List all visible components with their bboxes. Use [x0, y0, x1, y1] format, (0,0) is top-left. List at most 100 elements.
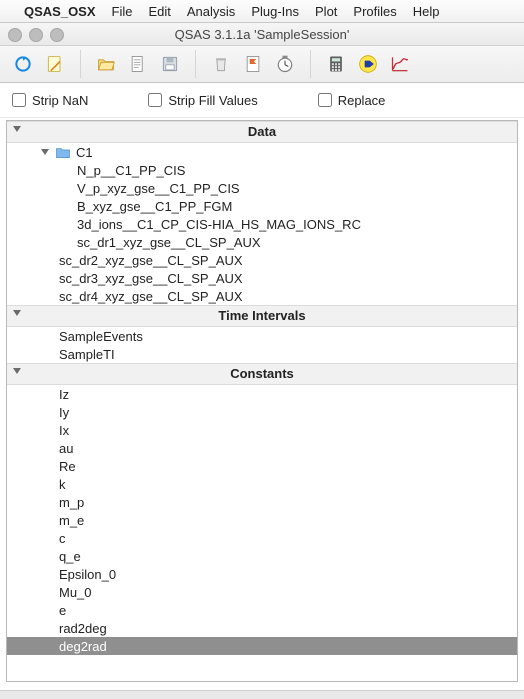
tree-item-label: m_e: [59, 513, 84, 528]
menu-help[interactable]: Help: [413, 4, 440, 19]
tree-item-label: Re: [59, 459, 76, 474]
section-time-header[interactable]: Time Intervals: [7, 305, 517, 327]
section-constants-label: Constants: [230, 366, 294, 381]
tree-item-label: Iz: [59, 387, 69, 402]
window-titlebar: QSAS 3.1.1a 'SampleSession': [0, 23, 524, 46]
tree-item[interactable]: 3d_ions__C1_CP_CIS-HIA_HS_MAG_IONS_RC: [7, 215, 517, 233]
tree-item[interactable]: deg2rad: [7, 637, 517, 655]
tree-item-label: Mu_0: [59, 585, 92, 600]
tree-item[interactable]: sc_dr2_xyz_gse__CL_SP_AUX: [7, 251, 517, 269]
strip-nan-checkbox[interactable]: Strip NaN: [12, 93, 88, 108]
save-icon[interactable]: [157, 51, 183, 77]
tree-item-label: k: [59, 477, 66, 492]
menu-plugins[interactable]: Plug-Ins: [251, 4, 299, 19]
tree-item[interactable]: k: [7, 475, 517, 493]
strip-nan-label: Strip NaN: [32, 93, 88, 108]
zoom-icon[interactable]: [50, 28, 64, 42]
tree-item-label: sc_dr4_xyz_gse__CL_SP_AUX: [59, 289, 243, 304]
replace-checkbox[interactable]: Replace: [318, 93, 386, 108]
refresh-icon[interactable]: [10, 51, 36, 77]
options-row: Strip NaN Strip Fill Values Replace: [0, 83, 524, 118]
tree-item-label: m_p: [59, 495, 84, 510]
tree-item[interactable]: B_xyz_gse__C1_PP_FGM: [7, 197, 517, 215]
tree-item[interactable]: e: [7, 601, 517, 619]
replace-label: Replace: [338, 93, 386, 108]
note-icon[interactable]: [42, 51, 68, 77]
tree-item-label: Iy: [59, 405, 69, 420]
menubar: QSAS_OSX File Edit Analysis Plug-Ins Plo…: [0, 0, 524, 23]
tree-item[interactable]: V_p_xyz_gse__C1_PP_CIS: [7, 179, 517, 197]
strip-nan-input[interactable]: [12, 93, 26, 107]
tree-item-label: rad2deg: [59, 621, 107, 636]
chevron-down-icon[interactable]: [41, 149, 49, 155]
tree-item[interactable]: sc_dr1_xyz_gse__CL_SP_AUX: [7, 233, 517, 251]
menu-edit[interactable]: Edit: [148, 4, 170, 19]
tree[interactable]: Data C1 N_p__C1_PP_CIS V_p_xyz_gse__C1_PP…: [7, 121, 517, 681]
menu-plot[interactable]: Plot: [315, 4, 337, 19]
section-constants-header[interactable]: Constants: [7, 363, 517, 385]
clock-icon[interactable]: [272, 51, 298, 77]
tree-item-label: q_e: [59, 549, 81, 564]
tree-item-label: e: [59, 603, 66, 618]
tree-item[interactable]: m_p: [7, 493, 517, 511]
tree-item[interactable]: SampleTI: [7, 345, 517, 363]
tree-item[interactable]: Iz: [7, 385, 517, 403]
calculator-icon[interactable]: [323, 51, 349, 77]
chevron-down-icon[interactable]: [13, 126, 21, 132]
tree-item[interactable]: au: [7, 439, 517, 457]
tree-item-label: Epsilon_0: [59, 567, 116, 582]
tree-item[interactable]: c: [7, 529, 517, 547]
open-folder-icon[interactable]: [93, 51, 119, 77]
strip-fill-input[interactable]: [148, 93, 162, 107]
tree-item[interactable]: Iy: [7, 403, 517, 421]
replace-input[interactable]: [318, 93, 332, 107]
tree-item-label: SampleTI: [59, 347, 115, 362]
tree-item[interactable]: q_e: [7, 547, 517, 565]
section-data-header[interactable]: Data: [7, 121, 517, 143]
tree-item[interactable]: sc_dr3_xyz_gse__CL_SP_AUX: [7, 269, 517, 287]
section-time-label: Time Intervals: [218, 308, 305, 323]
tree-item[interactable]: sc_dr4_xyz_gse__CL_SP_AUX: [7, 287, 517, 305]
tree-item[interactable]: SampleEvents: [7, 327, 517, 345]
status-strip: [0, 690, 524, 699]
tree-item[interactable]: Mu_0: [7, 583, 517, 601]
folder-icon: [55, 146, 71, 159]
tree-item[interactable]: rad2deg: [7, 619, 517, 637]
chevron-down-icon[interactable]: [13, 310, 21, 316]
toolbar: [0, 46, 524, 83]
tree-item-label: B_xyz_gse__C1_PP_FGM: [77, 199, 232, 214]
tree-item-label: V_p_xyz_gse__C1_PP_CIS: [77, 181, 240, 196]
run-icon[interactable]: [355, 51, 381, 77]
close-icon[interactable]: [8, 28, 22, 42]
document-icon[interactable]: [125, 51, 151, 77]
window-title: QSAS 3.1.1a 'SampleSession': [0, 27, 524, 42]
chevron-down-icon[interactable]: [13, 368, 21, 374]
tree-item-label: c: [59, 531, 66, 546]
app-name[interactable]: QSAS_OSX: [24, 4, 96, 19]
tree-item-label: au: [59, 441, 73, 456]
flag-icon[interactable]: [240, 51, 266, 77]
tree-item[interactable]: Epsilon_0: [7, 565, 517, 583]
tree-item-label: sc_dr3_xyz_gse__CL_SP_AUX: [59, 271, 243, 286]
tree-folder-label: C1: [76, 145, 93, 160]
tree-item[interactable]: N_p__C1_PP_CIS: [7, 161, 517, 179]
tree-item-label: SampleEvents: [59, 329, 143, 344]
trash-icon[interactable]: [208, 51, 234, 77]
plot-icon[interactable]: [387, 51, 413, 77]
tree-item-label: Ix: [59, 423, 69, 438]
minimize-icon[interactable]: [29, 28, 43, 42]
tree-item[interactable]: m_e: [7, 511, 517, 529]
tree-item-label: deg2rad: [59, 639, 107, 654]
menu-profiles[interactable]: Profiles: [353, 4, 396, 19]
menu-analysis[interactable]: Analysis: [187, 4, 235, 19]
tree-item[interactable]: Re: [7, 457, 517, 475]
tree-item-label: N_p__C1_PP_CIS: [77, 163, 185, 178]
strip-fill-checkbox[interactable]: Strip Fill Values: [148, 93, 257, 108]
menu-file[interactable]: File: [112, 4, 133, 19]
tree-item-label: sc_dr1_xyz_gse__CL_SP_AUX: [77, 235, 261, 250]
section-data-label: Data: [248, 124, 276, 139]
tree-item[interactable]: Ix: [7, 421, 517, 439]
tree-panel: Data C1 N_p__C1_PP_CIS V_p_xyz_gse__C1_PP…: [6, 120, 518, 682]
tree-item-label: sc_dr2_xyz_gse__CL_SP_AUX: [59, 253, 243, 268]
tree-folder-c1[interactable]: C1: [7, 143, 517, 161]
